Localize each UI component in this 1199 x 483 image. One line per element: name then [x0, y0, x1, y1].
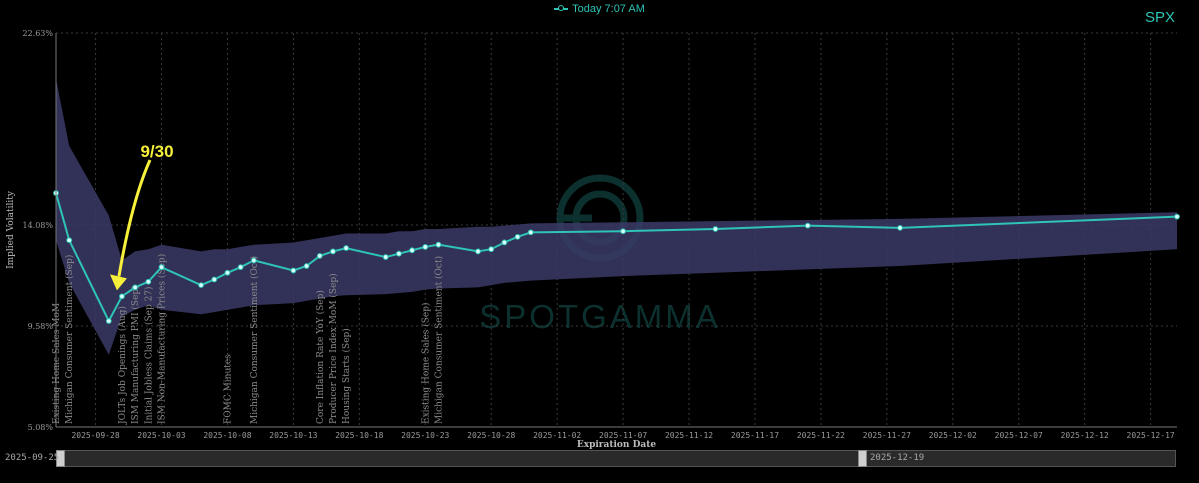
event-annotation-label: ISM Manufacturing PMI (Sep) [130, 285, 141, 424]
x-tick-label: 2025-11-22 [797, 431, 845, 440]
iv-data-point [66, 237, 73, 244]
iv-data-point [409, 247, 415, 254]
iv-data-point [145, 278, 152, 285]
iv-data-point [475, 248, 481, 255]
iv-data-point [224, 269, 231, 276]
x-tick-label: 2025-10-13 [269, 431, 317, 440]
x-tick-label: 2025-10-28 [467, 431, 515, 440]
iv-data-point [158, 264, 165, 271]
x-tick-label: 2025-10-08 [203, 431, 251, 440]
iv-data-point [527, 229, 534, 236]
iv-data-point [804, 222, 811, 229]
iv-data-point [303, 263, 310, 269]
iv-data-point [290, 267, 297, 274]
iv-data-point [435, 241, 442, 248]
x-tick-label: 2025-12-02 [929, 431, 977, 440]
x-tick-label: 2025-11-27 [863, 431, 911, 440]
iv-data-point [395, 250, 402, 257]
event-annotation-label: FOMC Minutes [223, 354, 233, 424]
event-annotation-label: Michigan Consumer Sentiment (Sep) [64, 255, 75, 424]
event-annotation-label: Existing Home Sales MoM [52, 303, 62, 424]
y-tick-label: 14.08% [22, 221, 53, 230]
iv-term-structure-chart[interactable]: SPOTGAMMA Existing Home Sales MoM Michiga… [0, 0, 1199, 483]
event-annotation-label: Existing Home Sales (Sep) [420, 302, 431, 424]
iv-data-point [620, 228, 626, 235]
iv-data-point [211, 276, 218, 283]
x-tick-label: 2025-12-07 [995, 431, 1043, 440]
range-start-label: 2025-09-25 [5, 453, 60, 463]
iv-data-point [1174, 213, 1180, 220]
iv-data-point [237, 264, 244, 271]
iv-data-point [514, 233, 521, 240]
iv-data-point [330, 248, 336, 255]
iv-data-point [501, 239, 508, 246]
x-axis-title: Expiration Date [577, 440, 657, 450]
iv-data-point [382, 254, 389, 260]
x-tick-label: 2025-09-28 [71, 431, 119, 440]
range-end-label: 2025-12-19 [870, 453, 925, 463]
iv-data-point [422, 244, 429, 250]
iv-data-point [250, 257, 257, 264]
event-annotation-label: Producer Price Index MoM (Sep) [328, 273, 339, 424]
event-annotation-label: ISM Non-Manufacturing Prices (Sep) [157, 254, 168, 424]
iv-data-point [343, 245, 350, 251]
event-annotation-label: Michigan Consumer Sentiment (Oct) [433, 256, 444, 424]
x-tick-label: 2025-11-12 [665, 431, 713, 440]
iv-data-point [712, 226, 719, 232]
x-tick-label: 2025-10-18 [335, 431, 383, 440]
x-tick-label: 2025-11-02 [533, 431, 581, 440]
iv-data-point [132, 284, 139, 291]
iv-data-point [119, 293, 125, 300]
svg-text:SPOTGAMMA: SPOTGAMMA [479, 298, 721, 335]
date-range-slider[interactable] [56, 450, 1176, 467]
x-tick-label: 2025-11-07 [599, 431, 647, 440]
x-tick-label: 2025-11-17 [731, 431, 779, 440]
range-end-handle[interactable] [858, 450, 867, 467]
x-tick-label: 2025-12-12 [1061, 431, 1109, 440]
iv-data-point [198, 282, 204, 289]
y-tick-label: 5.08% [28, 423, 54, 432]
event-annotation-label: Housing Starts (Sep) [341, 328, 352, 424]
event-annotation-label: Initial Jobless Claims (Sep 27) [143, 286, 154, 424]
iv-data-point [105, 318, 112, 324]
event-annotation-label: JOLTs Job Openings (Aug) [117, 306, 128, 425]
iv-data-point [897, 224, 903, 231]
x-tick-label: 2025-10-03 [137, 431, 185, 440]
event-annotation-label: Michigan Consumer Sentiment (Oct) [249, 256, 260, 424]
x-tick-label: 2025-12-17 [1127, 431, 1175, 440]
annotation-label: 9/30 [140, 142, 173, 161]
y-tick-label: 9.58% [28, 322, 54, 331]
iv-data-point [316, 253, 323, 259]
y-tick-label: 22.63% [22, 29, 53, 38]
x-tick-label: 2025-10-23 [401, 431, 449, 440]
y-axis-title: Implied Volatility [6, 190, 16, 269]
iv-data-point [488, 246, 495, 253]
event-annotation-label: Core Inflation Rate YoY (Sep) [315, 290, 326, 424]
